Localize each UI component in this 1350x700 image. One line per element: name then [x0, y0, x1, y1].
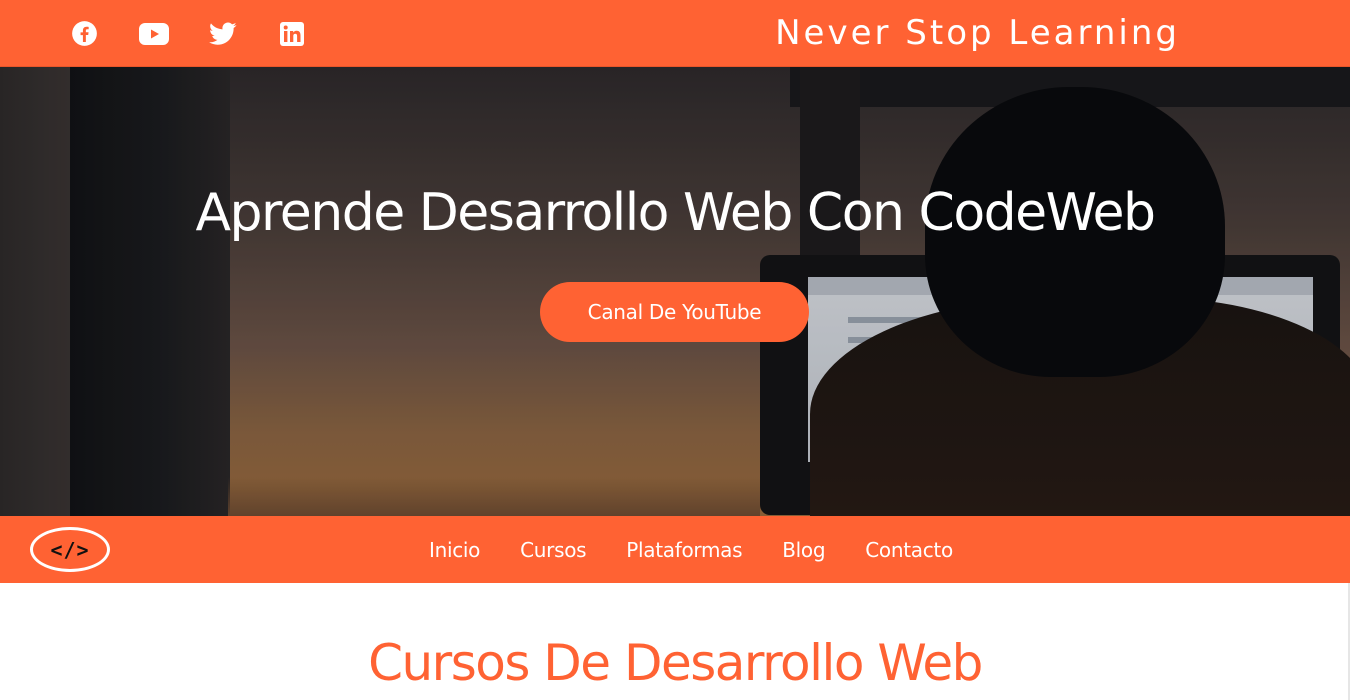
- youtube-icon[interactable]: [137, 17, 170, 50]
- nav-item-inicio[interactable]: Inicio: [409, 538, 500, 562]
- twitter-icon[interactable]: [206, 17, 239, 50]
- section-title: Cursos De Desarrollo Web: [368, 634, 983, 692]
- hero-title: Aprende Desarrollo Web Con CodeWeb: [195, 183, 1156, 243]
- main-navbar: </> Inicio Cursos Plataformas Blog Conta…: [0, 516, 1350, 583]
- facebook-icon[interactable]: [68, 17, 101, 50]
- linkedin-icon[interactable]: [275, 17, 308, 50]
- logo-text: </>: [50, 537, 90, 562]
- codeweb-logo[interactable]: </>: [30, 527, 110, 572]
- nav-menu: Inicio Cursos Plataformas Blog Contacto: [409, 516, 973, 583]
- nav-item-plataformas[interactable]: Plataformas: [606, 538, 762, 562]
- nav-item-blog[interactable]: Blog: [762, 538, 845, 562]
- nav-item-cursos[interactable]: Cursos: [500, 538, 606, 562]
- social-links: [68, 17, 308, 50]
- youtube-channel-button[interactable]: Canal De YouTube: [540, 282, 809, 342]
- tagline: Never Stop Learning: [775, 13, 1180, 53]
- top-bar: Never Stop Learning: [0, 0, 1350, 67]
- nav-item-contacto[interactable]: Contacto: [845, 538, 973, 562]
- hero-banner: Aprende Desarrollo Web Con CodeWeb Canal…: [0, 67, 1350, 516]
